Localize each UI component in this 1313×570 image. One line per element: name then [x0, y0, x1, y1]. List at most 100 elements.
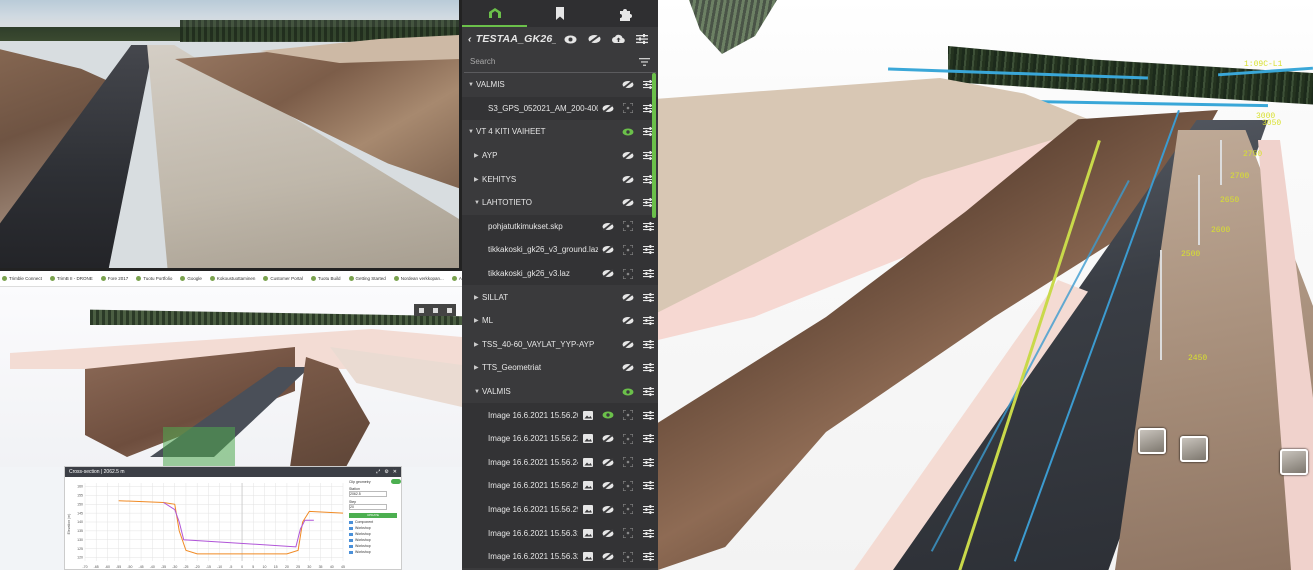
caret-down-icon[interactable]: ▼ — [474, 200, 482, 206]
layer-folder[interactable]: ▼ VT 4 KITI VAIHEET — [462, 120, 658, 144]
eye-off-icon[interactable] — [598, 434, 618, 444]
filter-icon[interactable] — [639, 57, 650, 66]
legend-item[interactable]: Workshop — [349, 532, 401, 536]
eye-off-icon[interactable] — [598, 221, 618, 231]
caret-down-icon[interactable]: ▼ — [468, 82, 476, 88]
project-visibility-icon[interactable] — [560, 35, 580, 44]
tab-extensions[interactable] — [593, 0, 658, 27]
layer-settings-icon[interactable] — [638, 504, 658, 514]
layer-settings-icon[interactable] — [638, 528, 658, 538]
bookmark-item[interactable]: Tuotu Portfolio — [136, 276, 172, 281]
layer-folder[interactable]: ▼ LAHTOTIETO — [462, 191, 658, 215]
eye-off-icon[interactable] — [598, 552, 618, 562]
eye-icon[interactable] — [598, 411, 618, 419]
layer-settings-icon[interactable] — [638, 434, 658, 444]
layer-settings-icon[interactable] — [638, 269, 658, 279]
eye-off-icon[interactable] — [618, 316, 638, 326]
caret-right-icon[interactable]: ▶ — [474, 364, 482, 371]
focus-icon[interactable] — [618, 504, 638, 515]
legend-item[interactable]: Workshop — [349, 526, 401, 530]
layer-folder[interactable]: ▶ TTS_Geometriat — [462, 356, 658, 380]
photo-marker[interactable] — [1280, 449, 1308, 475]
back-icon[interactable]: ‹ — [468, 33, 472, 45]
eye-off-icon[interactable] — [618, 198, 638, 208]
layer-item[interactable]: Image 16.6.2021 15.56.29 — [462, 497, 658, 522]
eye-icon[interactable] — [618, 388, 638, 396]
tab-bookmarks[interactable] — [527, 0, 592, 27]
layer-item[interactable]: Image 16.6.2021 15.56.32 — [462, 544, 658, 569]
bookmark-item[interactable]: Kokoustuottaminen — [209, 276, 255, 281]
focus-icon[interactable] — [618, 221, 638, 232]
layer-settings-icon[interactable] — [638, 245, 658, 255]
bookmark-item[interactable]: Google — [180, 276, 202, 281]
layer-item[interactable]: pohjatutkimukset.skp — [462, 214, 658, 239]
layer-folder[interactable]: ▼ VALMIS — [462, 380, 658, 404]
expand-icon[interactable] — [446, 307, 452, 313]
caret-down-icon[interactable]: ▼ — [474, 389, 482, 395]
eye-icon[interactable] — [618, 128, 638, 136]
eye-off-icon[interactable] — [598, 528, 618, 538]
update-button[interactable]: UPDATE — [349, 513, 397, 518]
layer-item[interactable]: tikkakoski_gk26_v3_ground.laz — [462, 238, 658, 262]
tab-layers[interactable] — [462, 0, 528, 27]
3d-scene-thumbnail[interactable] — [0, 287, 462, 467]
eye-off-icon[interactable] — [598, 481, 618, 491]
point-cloud-viewport[interactable]: 3000 3050 1:09C-L1 2750 2700 2650 2600 2500 2450 — [658, 0, 1313, 570]
step-input[interactable]: 20 — [349, 504, 387, 510]
caret-right-icon[interactable]: ▶ — [474, 294, 482, 301]
layer-settings-icon[interactable] — [638, 457, 658, 467]
layer-settings-icon[interactable] — [638, 481, 658, 491]
focus-icon[interactable] — [618, 103, 638, 114]
legend-item[interactable]: Workshop — [349, 550, 401, 554]
eye-off-icon[interactable] — [618, 80, 638, 90]
bookmark-item[interactable]: Asiakassivistys Ov... — [451, 276, 462, 281]
eye-off-icon[interactable] — [598, 457, 618, 467]
caret-right-icon[interactable]: ▶ — [474, 341, 482, 348]
eye-off-icon[interactable] — [618, 339, 638, 349]
eye-off-icon[interactable] — [618, 174, 638, 184]
bookmark-item[interactable]: TrimB II - DRONE — [49, 276, 93, 281]
bookmark-item[interactable]: Getting Started — [348, 276, 386, 281]
layer-item[interactable]: Image 16.6.2021 15.56.22 — [462, 426, 658, 451]
cloud-upload-icon[interactable] — [608, 34, 628, 44]
layer-folder[interactable]: ▶ KEHITYS — [462, 167, 658, 191]
layer-settings-icon[interactable] — [638, 552, 658, 562]
close-icon[interactable]: ✕ — [393, 469, 397, 475]
layer-item[interactable]: tikkakoski_gk26_v3.laz — [462, 261, 658, 286]
caret-right-icon[interactable]: ▶ — [474, 176, 482, 183]
legend-item[interactable]: Workshop — [349, 538, 401, 542]
layer-folder[interactable]: ▼ VALMIS — [462, 73, 658, 97]
focus-icon[interactable] — [618, 268, 638, 279]
search-input[interactable] — [470, 57, 639, 66]
bookmark-item[interactable]: Trimble Connect — [2, 276, 42, 281]
layer-item[interactable]: S3_GPS_052021_AM_200-400.la — [462, 96, 658, 121]
hide-all-icon[interactable] — [584, 34, 604, 44]
layer-folder[interactable]: ▶ ML — [462, 309, 658, 333]
layer-folder[interactable]: ▶ AYP — [462, 144, 658, 168]
bookmark-item[interactable]: Tuotu Build — [310, 276, 341, 281]
layer-item[interactable]: Image 16.6.2021 15.56.25 — [462, 474, 658, 498]
focus-icon[interactable] — [618, 244, 638, 255]
photo-marker[interactable] — [1180, 436, 1208, 462]
focus-icon[interactable] — [618, 528, 638, 539]
layer-settings-icon[interactable] — [638, 339, 658, 349]
layer-settings-icon[interactable] — [638, 410, 658, 420]
eye-off-icon[interactable] — [598, 269, 618, 279]
camera-icon[interactable] — [418, 307, 424, 313]
layer-item[interactable]: Image 16.6.2021 15.56.20 — [462, 403, 658, 427]
eye-off-icon[interactable] — [618, 151, 638, 161]
project-settings-icon[interactable] — [632, 34, 652, 44]
layer-item[interactable]: Image 16.6.2021 15.56.24 — [462, 450, 658, 475]
eye-off-icon[interactable] — [618, 292, 638, 302]
layer-settings-icon[interactable] — [638, 363, 658, 373]
focus-icon[interactable] — [618, 457, 638, 468]
eye-off-icon[interactable] — [598, 103, 618, 113]
cross-section-chart[interactable]: -70 -65 -60 -55 -50 -45 -40 -35 -30 -25 -20 -15 -10-… — [65, 477, 347, 570]
caret-right-icon[interactable]: ▶ — [474, 317, 482, 324]
bookmark-item[interactable]: Customer Portal — [263, 276, 303, 281]
caret-down-icon[interactable]: ▼ — [468, 129, 476, 135]
bookmark-item[interactable]: Fore 2017 — [100, 276, 128, 281]
layer-settings-icon[interactable] — [638, 387, 658, 397]
focus-icon[interactable] — [618, 433, 638, 444]
caret-right-icon[interactable]: ▶ — [474, 152, 482, 159]
